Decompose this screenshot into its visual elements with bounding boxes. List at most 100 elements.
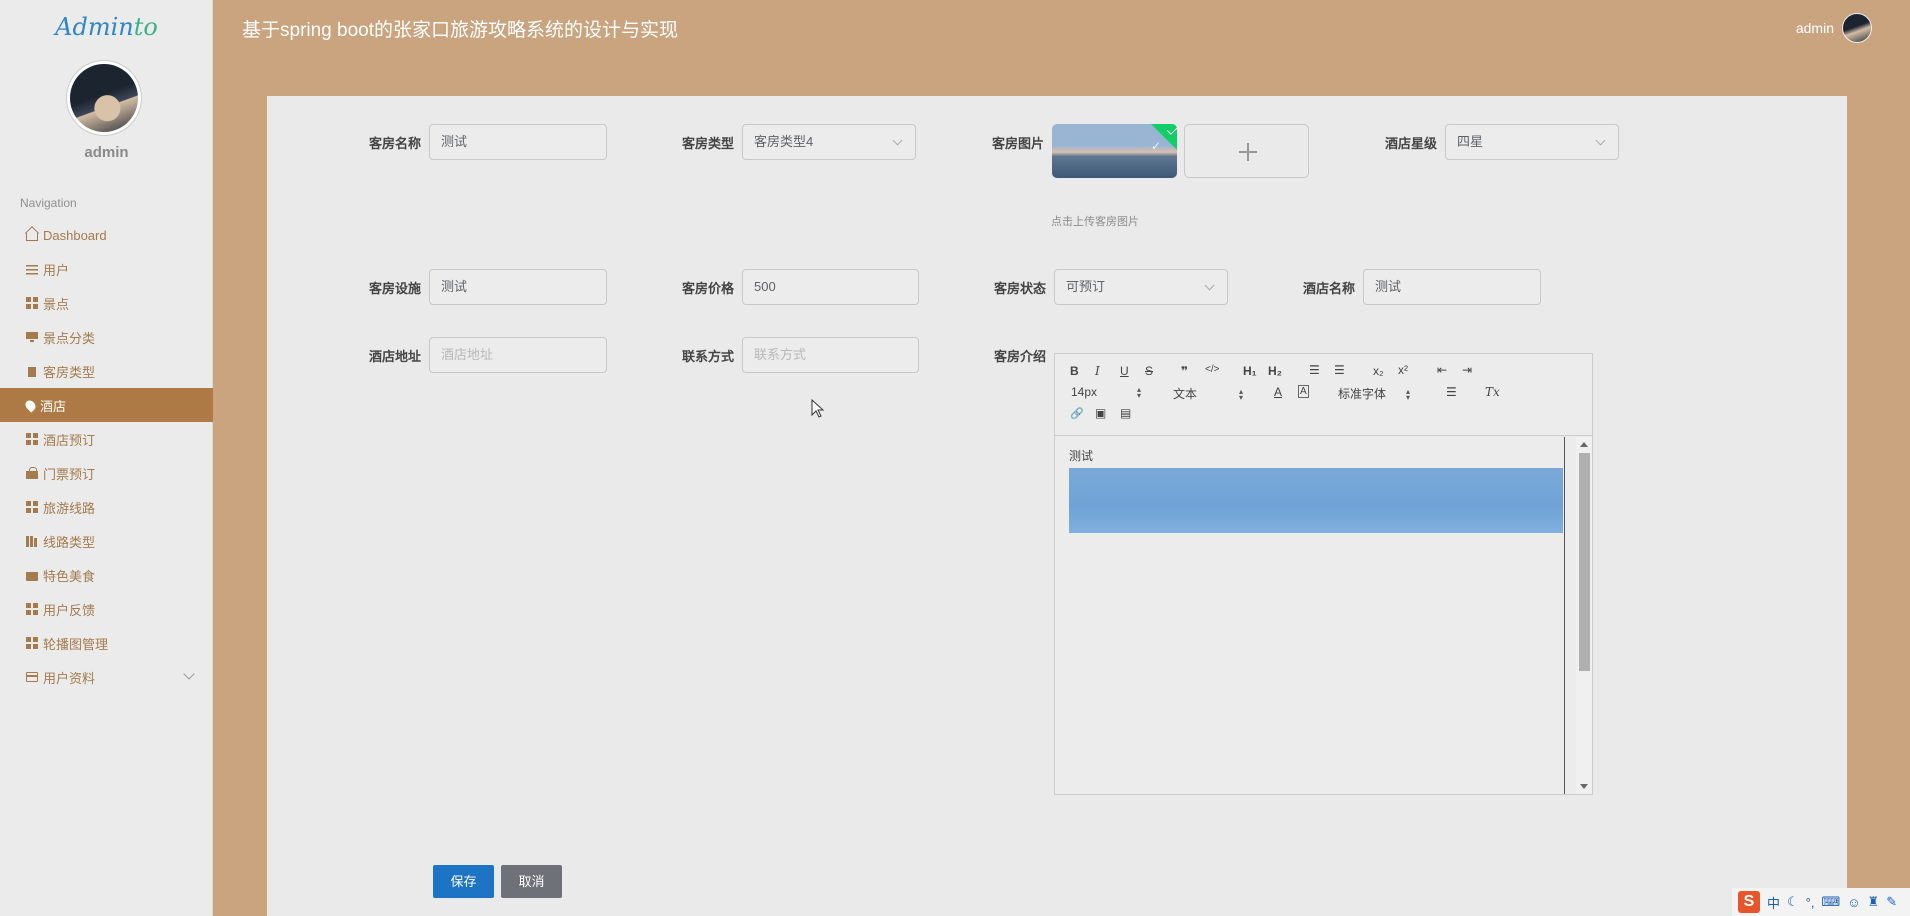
hotel-star-select[interactable]: 四星 xyxy=(1445,124,1619,160)
room-status-select[interactable]: 可预订 xyxy=(1054,269,1228,305)
wrench-icon[interactable]: ✎ xyxy=(1886,894,1897,910)
room-image-label: 客房图片 xyxy=(992,136,1045,151)
ime-toolbar[interactable]: S 中 ☾ °, ⌨ ☺ ♜ ✎ xyxy=(1732,888,1910,916)
top-username: admin xyxy=(1795,20,1834,36)
room-intro-label: 客房介绍 xyxy=(994,349,1047,364)
grid-icon xyxy=(26,637,38,649)
grid-icon xyxy=(26,297,38,309)
sidebar-item-route-types[interactable]: 线路类型 xyxy=(0,524,213,558)
indent-button[interactable]: ⇥ xyxy=(1462,363,1472,377)
save-button[interactable]: 保存 xyxy=(433,865,494,898)
sidebar-item-local-food[interactable]: 特色美食 xyxy=(0,558,213,592)
select-arrows-icon: ▴ ▾ xyxy=(1406,386,1411,402)
sidebar-item-users[interactable]: 用户 xyxy=(0,252,213,286)
sidebar-item-travel-routes[interactable]: 旅游线路 xyxy=(0,490,213,524)
rich-text-editor[interactable]: B I U S ❞ </> H₁ H₂ ☰ ☰ x₂ x² ⇤ ⇥ 14px ▴ ▾… xyxy=(1054,353,1593,795)
app-logo[interactable]: Adminto xyxy=(0,13,213,41)
wallet-icon xyxy=(26,569,38,581)
sidebar-item-hotels[interactable]: 酒店 xyxy=(0,388,213,422)
sidebar-item-carousel[interactable]: 轮播图管理 xyxy=(0,626,213,660)
page-title: 基于spring boot的张家口旅游攻略系统的设计与实现 xyxy=(242,20,679,41)
punctuation-icon[interactable]: °, xyxy=(1806,895,1815,910)
strikethrough-button[interactable]: S xyxy=(1145,364,1153,378)
keyboard-icon[interactable]: ⌨ xyxy=(1821,894,1840,910)
image-button[interactable]: ▣ xyxy=(1095,406,1106,420)
uploaded-image-thumbnail[interactable]: ✓ xyxy=(1052,124,1177,178)
person-icon[interactable]: ☺ xyxy=(1847,895,1860,910)
contact-input[interactable]: 联系方式 xyxy=(742,337,919,373)
sidebar-username: admin xyxy=(84,144,129,161)
moon-icon[interactable]: ☾ xyxy=(1787,894,1799,910)
room-name-label: 客房名称 xyxy=(369,136,422,151)
scrollbar-thumb[interactable] xyxy=(1579,453,1590,671)
room-facility-label: 客房设施 xyxy=(369,281,422,296)
sidebar-item-attractions[interactable]: 景点 xyxy=(0,286,213,320)
top-user-menu[interactable]: admin xyxy=(1796,13,1872,43)
user-avatar[interactable] xyxy=(1842,13,1872,43)
h1-button[interactable]: H₁ xyxy=(1243,364,1257,378)
ime-language-indicator[interactable]: 中 xyxy=(1767,893,1780,912)
video-button[interactable]: ▤ xyxy=(1120,406,1131,420)
sidebar-item-ticket-bookings[interactable]: 门票预订 xyxy=(0,456,213,490)
map-pin-icon xyxy=(23,397,38,413)
grid-icon xyxy=(26,603,38,615)
chevron-down-icon xyxy=(1595,135,1606,146)
clear-format-button[interactable]: Tx xyxy=(1485,385,1500,399)
chevron-down-icon xyxy=(1204,280,1215,291)
italic-button[interactable]: I xyxy=(1095,364,1100,378)
subscript-button[interactable]: x₂ xyxy=(1373,364,1384,378)
ordered-list-button[interactable]: ☰ xyxy=(1309,363,1320,377)
editor-toolbar: B I U S ❞ </> H₁ H₂ ☰ ☰ x₂ x² ⇤ ⇥ 14px ▴ ▾… xyxy=(1055,354,1592,436)
nav-section-title: Navigation xyxy=(20,196,77,210)
sidebar-item-hotel-bookings[interactable]: 酒店预订 xyxy=(0,422,213,456)
profile-avatar[interactable] xyxy=(67,61,141,135)
h2-button[interactable]: H₂ xyxy=(1268,364,1282,378)
font-color-button[interactable]: A xyxy=(1274,385,1282,399)
home-icon xyxy=(26,232,38,241)
editor-content-area[interactable]: 测试 xyxy=(1055,437,1565,794)
link-button[interactable]: 🔗 xyxy=(1070,407,1084,420)
hotel-name-input[interactable]: 测试 xyxy=(1363,269,1541,305)
outdent-button[interactable]: ⇤ xyxy=(1437,363,1447,377)
background-color-button[interactable]: A xyxy=(1298,385,1309,398)
sidebar-item-dashboard[interactable]: Dashboard xyxy=(0,218,213,252)
card-icon xyxy=(26,672,38,682)
hotel-address-label: 酒店地址 xyxy=(369,349,422,364)
underline-button[interactable]: U xyxy=(1120,364,1129,378)
code-block-button[interactable]: </> xyxy=(1205,364,1219,375)
room-type-label: 客房类型 xyxy=(682,136,735,151)
room-price-input[interactable]: 500 xyxy=(742,269,919,305)
sidebar-item-attraction-categories[interactable]: 景点分类 xyxy=(0,320,213,354)
sidebar-nav: Dashboard 用户 景点 景点分类 客房类型 酒店 酒店预订 门票预订 旅… xyxy=(0,218,213,694)
bullet-list-button[interactable]: ☰ xyxy=(1334,363,1345,377)
room-facility-input[interactable]: 测试 xyxy=(429,269,607,305)
upload-tip: 点击上传客房图片 xyxy=(1051,216,1139,228)
shirt-icon[interactable]: ♜ xyxy=(1868,894,1880,910)
room-status-label: 客房状态 xyxy=(994,281,1047,296)
hotel-address-input[interactable]: 酒店地址 xyxy=(429,337,607,373)
align-button[interactable]: ☰ xyxy=(1446,385,1457,399)
scroll-down-arrow-icon[interactable] xyxy=(1580,784,1588,789)
sidebar-item-feedback[interactable]: 用户反馈 xyxy=(0,592,213,626)
room-type-select[interactable]: 客房类型4 xyxy=(742,124,916,160)
select-arrows-icon: ▴ ▾ xyxy=(1137,384,1142,400)
sidebar-item-room-types[interactable]: 客房类型 xyxy=(0,354,213,388)
header-format-select[interactable]: 文本 ▴ ▾ xyxy=(1173,385,1243,402)
editor-embedded-image[interactable] xyxy=(1069,468,1563,533)
grid-icon xyxy=(26,433,38,445)
scroll-up-arrow-icon[interactable] xyxy=(1580,442,1588,447)
editor-scrollbar[interactable] xyxy=(1576,437,1592,794)
page-scrollbar[interactable] xyxy=(1902,0,1910,916)
font-family-select[interactable]: 标准字体 ▴ ▾ xyxy=(1338,385,1410,402)
books-icon xyxy=(26,535,38,547)
bold-button[interactable]: B xyxy=(1070,364,1079,378)
superscript-button[interactable]: x² xyxy=(1398,363,1408,377)
room-name-input[interactable]: 测试 xyxy=(429,124,607,160)
sogou-logo-icon[interactable]: S xyxy=(1738,891,1760,913)
font-size-select[interactable]: 14px ▴ ▾ xyxy=(1071,385,1141,399)
cancel-button[interactable]: 取消 xyxy=(501,865,562,898)
sidebar-item-user-profile[interactable]: 用户资料 xyxy=(0,660,213,694)
blockquote-button[interactable]: ❞ xyxy=(1181,364,1188,378)
upload-add-button[interactable] xyxy=(1184,124,1309,178)
chevron-down-icon xyxy=(183,668,195,680)
